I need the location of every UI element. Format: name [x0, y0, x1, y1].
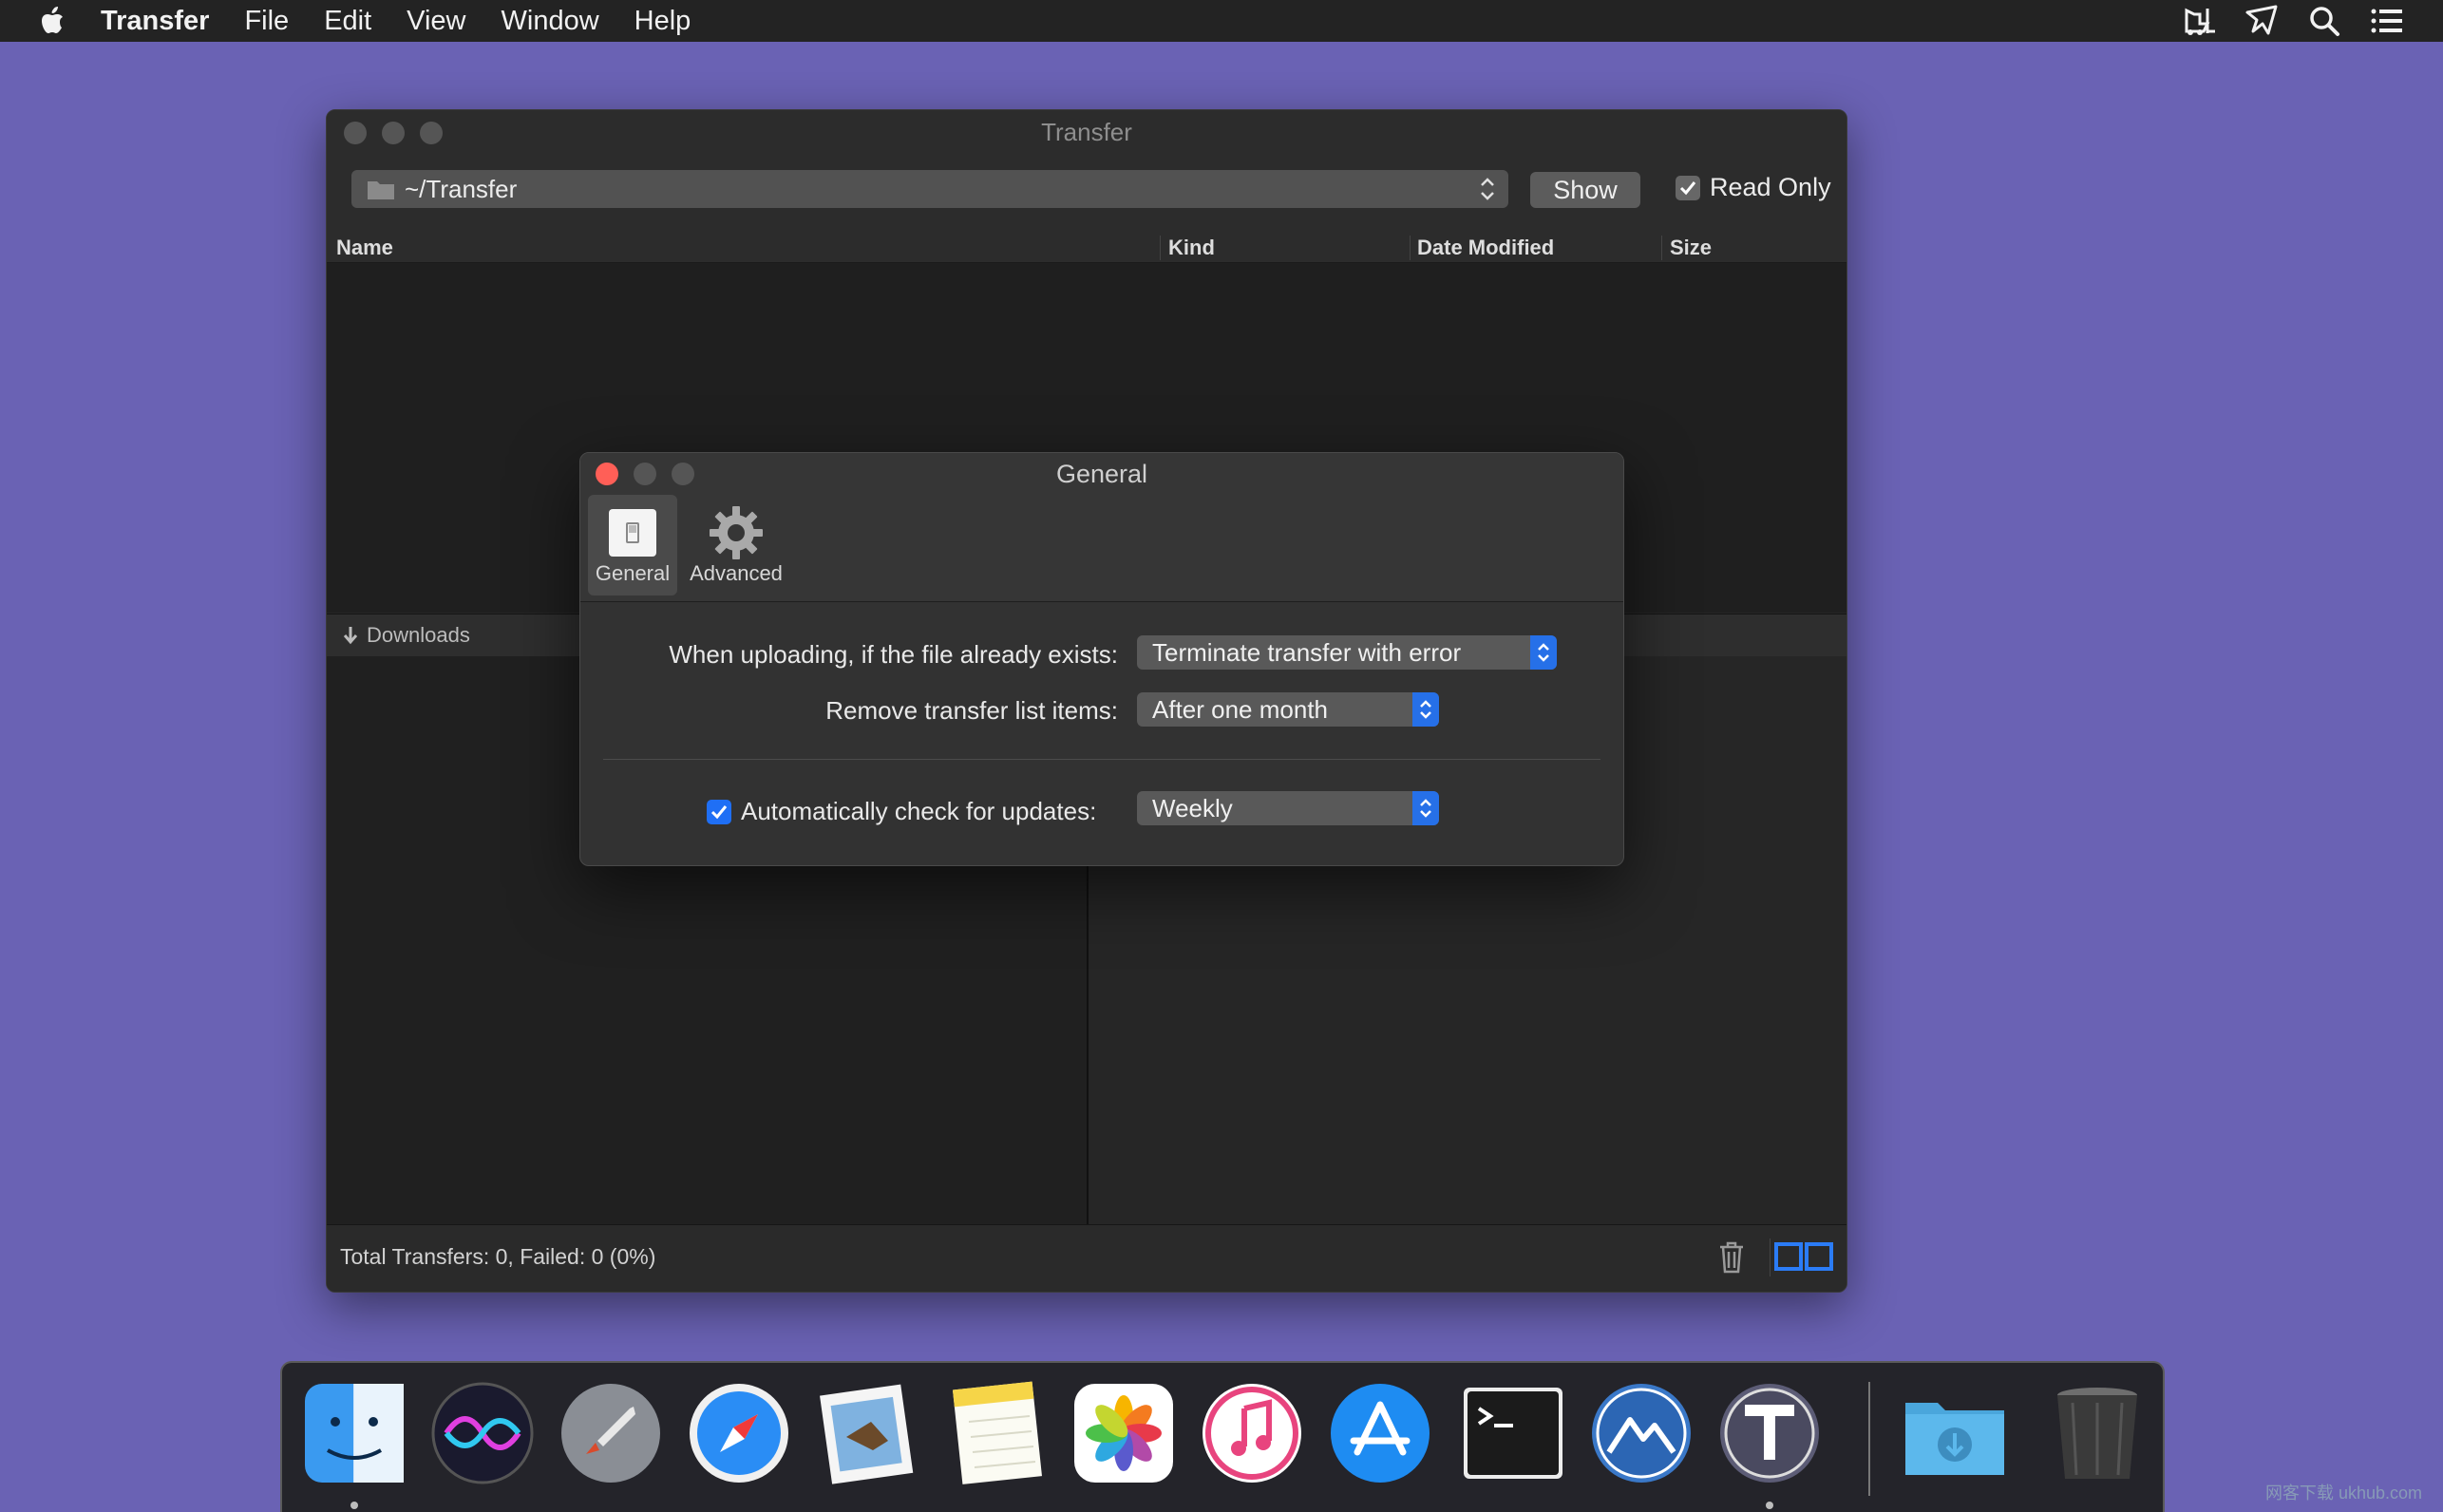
- upload-exists-popup[interactable]: Terminate transfer with error: [1137, 635, 1557, 670]
- tab-general[interactable]: General: [588, 495, 677, 595]
- forklift-icon[interactable]: [2181, 3, 2217, 39]
- trash-icon[interactable]: [2044, 1380, 2150, 1486]
- remove-items-popup[interactable]: After one month: [1137, 692, 1439, 727]
- trash-icon[interactable]: [1717, 1240, 1746, 1275]
- plane-icon[interactable]: [2244, 3, 2280, 39]
- read-only-label: Read Only: [1710, 173, 1831, 201]
- status-text: Total Transfers: 0, Failed: 0 (0%): [340, 1244, 656, 1269]
- path-popup[interactable]: ~/Transfer: [351, 170, 1508, 208]
- tab-advanced-label: Advanced: [690, 561, 783, 585]
- menu-app-name[interactable]: Transfer: [101, 6, 209, 37]
- preferences-toolbar: General General Advanced: [580, 453, 1623, 602]
- apple-icon[interactable]: [34, 2, 72, 40]
- running-indicator: [1766, 1502, 1773, 1509]
- column-divider: [1160, 236, 1161, 260]
- status-bar: Total Transfers: 0, Failed: 0 (0%): [327, 1224, 1846, 1292]
- mountain-app-icon[interactable]: [1588, 1380, 1695, 1486]
- menu-file[interactable]: File: [244, 6, 289, 37]
- path-value: ~/Transfer: [405, 174, 518, 203]
- transfer-app-icon[interactable]: [1716, 1380, 1823, 1486]
- menu-edit[interactable]: Edit: [324, 6, 371, 37]
- launchpad-icon[interactable]: [558, 1380, 664, 1486]
- auto-update-label: Automatically check for updates:: [741, 797, 1097, 825]
- menu-view[interactable]: View: [407, 6, 465, 37]
- dock: [280, 1361, 2165, 1512]
- menu-bar: Transfer File Edit View Window Help: [0, 0, 2443, 42]
- status-divider: [1770, 1238, 1771, 1276]
- tab-general-label: General: [595, 561, 671, 585]
- preferences-title: General: [1055, 460, 1148, 488]
- menu-status-area: [2181, 0, 2405, 42]
- search-icon[interactable]: [2306, 3, 2342, 39]
- column-header: Name Kind Date Modified Size: [327, 232, 1846, 262]
- downloads-label: Downloads: [367, 623, 470, 647]
- notes-icon[interactable]: [942, 1380, 1049, 1486]
- tab-advanced[interactable]: Advanced: [683, 495, 789, 595]
- siri-icon[interactable]: [429, 1380, 536, 1486]
- remove-items-label: Remove transfer list items:: [825, 696, 1118, 725]
- dock-separator: [1868, 1382, 1870, 1496]
- photos-icon[interactable]: [1070, 1380, 1177, 1486]
- column-kind[interactable]: Kind: [1168, 236, 1215, 260]
- upload-exists-label: When uploading, if the file already exis…: [669, 640, 1118, 669]
- itunes-icon[interactable]: [1199, 1380, 1305, 1486]
- downloads-folder-icon[interactable]: [1902, 1380, 2019, 1486]
- folder-icon: [368, 181, 394, 199]
- app-store-icon[interactable]: [1327, 1380, 1433, 1486]
- section-divider: [603, 759, 1600, 760]
- chevron-updown-icon: [1481, 178, 1494, 200]
- finder-icon[interactable]: [301, 1380, 407, 1486]
- menu-window[interactable]: Window: [502, 6, 599, 37]
- auto-update-value: Weekly: [1152, 793, 1233, 822]
- split-view-icon[interactable]: [1774, 1242, 1833, 1271]
- menu-help[interactable]: Help: [634, 6, 691, 37]
- mail-icon[interactable]: [814, 1380, 920, 1486]
- safari-icon[interactable]: [686, 1380, 792, 1486]
- auto-update-option[interactable]: Automatically check for updates:: [707, 797, 1096, 826]
- gear-icon: [710, 506, 763, 559]
- remove-items-value: After one month: [1152, 694, 1328, 724]
- window-toolbar: Transfer ~/Transfer Show Read Only Name …: [327, 110, 1846, 263]
- chevron-updown-icon: [1412, 692, 1439, 727]
- auto-update-checkbox[interactable]: [707, 799, 731, 824]
- column-divider: [1661, 236, 1662, 260]
- checkmark-icon: [710, 804, 728, 819]
- column-date-modified[interactable]: Date Modified: [1417, 236, 1554, 260]
- read-only-option[interactable]: Read Only: [1676, 173, 1831, 202]
- column-name[interactable]: Name: [336, 236, 393, 260]
- show-button[interactable]: Show: [1530, 172, 1640, 208]
- switch-icon: [609, 509, 656, 557]
- download-arrow-icon: [343, 627, 358, 645]
- list-icon[interactable]: [2369, 3, 2405, 39]
- read-only-checkbox[interactable]: [1676, 175, 1700, 200]
- watermark-text: 网客下载 ukhub.com: [2264, 1484, 2422, 1503]
- upload-exists-value: Terminate transfer with error: [1152, 637, 1462, 667]
- terminal-icon[interactable]: [1460, 1380, 1566, 1486]
- checkmark-icon: [1679, 180, 1696, 195]
- window-title: Transfer: [1041, 118, 1132, 146]
- preferences-window: General General Advanced When uploading,…: [579, 452, 1624, 866]
- chevron-updown-icon: [1530, 635, 1557, 670]
- auto-update-popup[interactable]: Weekly: [1137, 791, 1439, 825]
- column-divider: [1410, 236, 1411, 260]
- chevron-updown-icon: [1412, 791, 1439, 825]
- running-indicator: [350, 1502, 358, 1509]
- column-size[interactable]: Size: [1670, 236, 1712, 260]
